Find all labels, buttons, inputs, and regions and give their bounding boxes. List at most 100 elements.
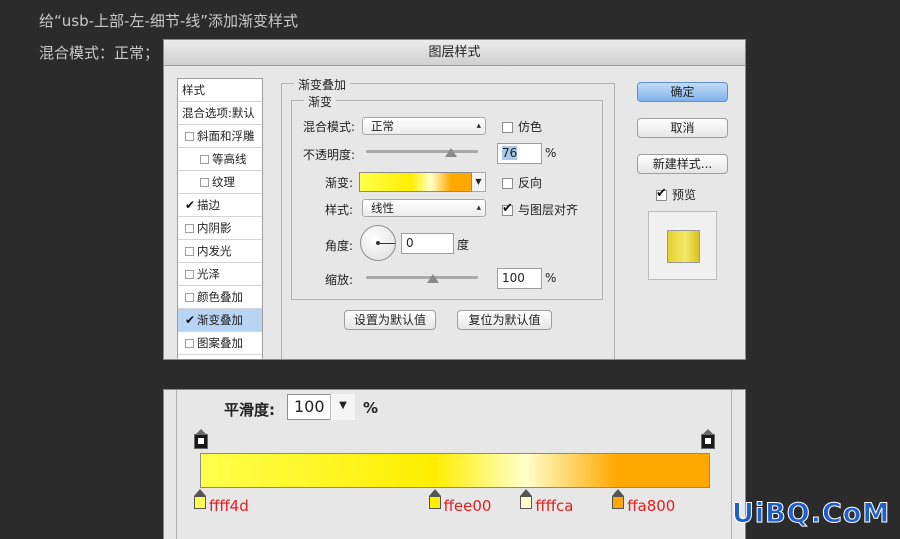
- reset-default-button[interactable]: 复位为默认值: [457, 310, 552, 330]
- smoothness-value: 100: [294, 397, 325, 416]
- style-item-label: 图案叠加: [197, 336, 243, 350]
- opacity-stop-icon: [194, 434, 208, 449]
- style-item-inner-glow[interactable]: 内发光: [178, 240, 262, 263]
- color-stop[interactable]: [611, 489, 625, 511]
- style-item-satin[interactable]: 光泽: [178, 263, 262, 286]
- style-select[interactable]: 线性 ▴: [362, 199, 486, 217]
- color-stop[interactable]: [428, 489, 442, 511]
- style-item-label: 纹理: [212, 175, 235, 189]
- preview-checkbox[interactable]: 预览: [656, 186, 696, 203]
- scale-value: 100: [502, 271, 525, 285]
- section-title: 渐变叠加: [294, 76, 351, 93]
- opacity-value: 76: [502, 146, 518, 160]
- checkbox-icon[interactable]: [185, 224, 194, 233]
- color-stop-swatch: [194, 496, 206, 509]
- checkbox-icon[interactable]: [200, 178, 209, 187]
- checkbox-icon[interactable]: [200, 155, 209, 164]
- updown-arrow-icon: ▴: [476, 121, 481, 131]
- color-stop-label: ffff4d: [209, 497, 249, 515]
- checkbox-icon[interactable]: [185, 339, 194, 348]
- layer-style-dialog: 图层样式 样式 混合选项:默认 斜面和浮雕 等高线 纹理 ✔ 描边 内阴影 内发光…: [163, 39, 746, 360]
- color-stop-swatch: [428, 496, 441, 509]
- checkbox-icon[interactable]: [185, 132, 194, 141]
- checkbox-checked-icon[interactable]: [656, 186, 667, 201]
- opacity-input[interactable]: 76: [497, 143, 542, 164]
- opacity-stop-icon: [701, 434, 715, 449]
- caption-line-1: 给“usb-上部-左-细节-线”添加渐变样式: [39, 12, 299, 30]
- cancel-button[interactable]: 取消: [637, 118, 728, 138]
- style-item-pattern-overlay[interactable]: 图案叠加: [178, 332, 262, 355]
- new-style-button[interactable]: 新建样式...: [637, 154, 728, 174]
- blend-mode-label: 混合模式:: [303, 120, 356, 134]
- caption-line-2: 混合模式：正常；: [39, 44, 160, 62]
- opacity-label: 不透明度:: [303, 148, 356, 162]
- divider: [176, 390, 177, 539]
- group-title: 渐变: [304, 93, 337, 110]
- style-item-label: 渐变叠加: [197, 313, 243, 327]
- opacity-slider-thumb[interactable]: [445, 148, 458, 157]
- make-default-button[interactable]: 设置为默认值: [344, 310, 436, 330]
- watermark-logo: UiBQ.CoM: [731, 498, 891, 530]
- checkbox-icon[interactable]: [502, 178, 513, 189]
- color-stop-label: ffa800: [627, 497, 676, 515]
- checkmark-icon[interactable]: ✔: [185, 309, 195, 332]
- opacity-stop-left[interactable]: [194, 429, 208, 449]
- reverse-checkbox[interactable]: 反向: [502, 174, 542, 191]
- color-stop[interactable]: [519, 489, 533, 511]
- style-item-label: 光泽: [197, 267, 220, 281]
- dither-checkbox[interactable]: 仿色: [502, 118, 542, 135]
- style-label: 样式:: [325, 203, 354, 217]
- angle-input[interactable]: 0: [401, 233, 454, 254]
- opacity-unit: %: [545, 146, 557, 160]
- triangle-down-icon: ▼: [339, 400, 347, 411]
- dither-label: 仿色: [518, 120, 543, 134]
- style-item-label: 颜色叠加: [197, 290, 243, 304]
- style-item-inner-shadow[interactable]: 内阴影: [178, 217, 262, 240]
- opacity-slider-track[interactable]: [366, 150, 478, 153]
- style-item-contour[interactable]: 等高线: [178, 148, 262, 171]
- checkbox-icon[interactable]: [185, 270, 194, 279]
- color-stop-swatch: [612, 496, 625, 509]
- style-item-texture[interactable]: 纹理: [178, 171, 262, 194]
- checkbox-icon[interactable]: [185, 247, 194, 256]
- angle-needle: [378, 242, 395, 244]
- style-item-gradient-overlay[interactable]: ✔ 渐变叠加: [178, 309, 262, 332]
- triangle-down-icon: ▼: [475, 177, 482, 186]
- stop-tip: [520, 489, 533, 496]
- gradient-dropdown-arrow[interactable]: ▼: [472, 172, 486, 192]
- angle-dial[interactable]: [360, 225, 396, 261]
- dialog-title: 图层样式: [164, 40, 745, 66]
- styles-panel: 样式 混合选项:默认 斜面和浮雕 等高线 纹理 ✔ 描边 内阴影 内发光 光泽 颜…: [177, 78, 263, 359]
- gradient-swatch[interactable]: [359, 172, 472, 192]
- blend-mode-select[interactable]: 正常 ▴: [362, 117, 486, 135]
- style-value: 线性: [371, 201, 394, 215]
- style-item-bevel[interactable]: 斜面和浮雕: [178, 125, 262, 148]
- style-item-label: 描边: [197, 198, 220, 212]
- smoothness-unit: %: [363, 399, 379, 417]
- scale-slider-track[interactable]: [366, 276, 478, 279]
- color-stop[interactable]: [193, 489, 207, 511]
- style-item-label: 等高线: [212, 152, 247, 166]
- preview-label: 预览: [672, 188, 697, 202]
- checkbox-checked-icon[interactable]: [502, 201, 513, 216]
- angle-value: 0: [406, 236, 414, 250]
- smoothness-dropdown-arrow[interactable]: ▼: [330, 394, 355, 420]
- style-preview-swatch: [667, 230, 700, 263]
- ok-button[interactable]: 确定: [637, 82, 728, 102]
- color-stop-swatch: [520, 496, 533, 509]
- style-item-color-overlay[interactable]: 颜色叠加: [178, 286, 262, 309]
- styles-header[interactable]: 样式: [178, 79, 262, 102]
- checkbox-icon[interactable]: [185, 293, 194, 302]
- opacity-stop-right[interactable]: [701, 429, 715, 449]
- smoothness-label: 平滑度:: [224, 401, 275, 419]
- checkmark-icon[interactable]: ✔: [185, 194, 195, 217]
- blend-options-item[interactable]: 混合选项:默认: [178, 102, 262, 125]
- align-with-layer-label: 与图层对齐: [518, 203, 579, 217]
- color-stop-label: ffee00: [443, 497, 492, 515]
- gradient-bar[interactable]: [200, 453, 710, 488]
- checkbox-icon[interactable]: [502, 122, 513, 133]
- scale-slider-thumb[interactable]: [427, 274, 440, 283]
- align-with-layer-checkbox[interactable]: 与图层对齐: [502, 201, 578, 218]
- scale-input[interactable]: 100: [497, 268, 542, 289]
- style-item-stroke[interactable]: ✔ 描边: [178, 194, 262, 217]
